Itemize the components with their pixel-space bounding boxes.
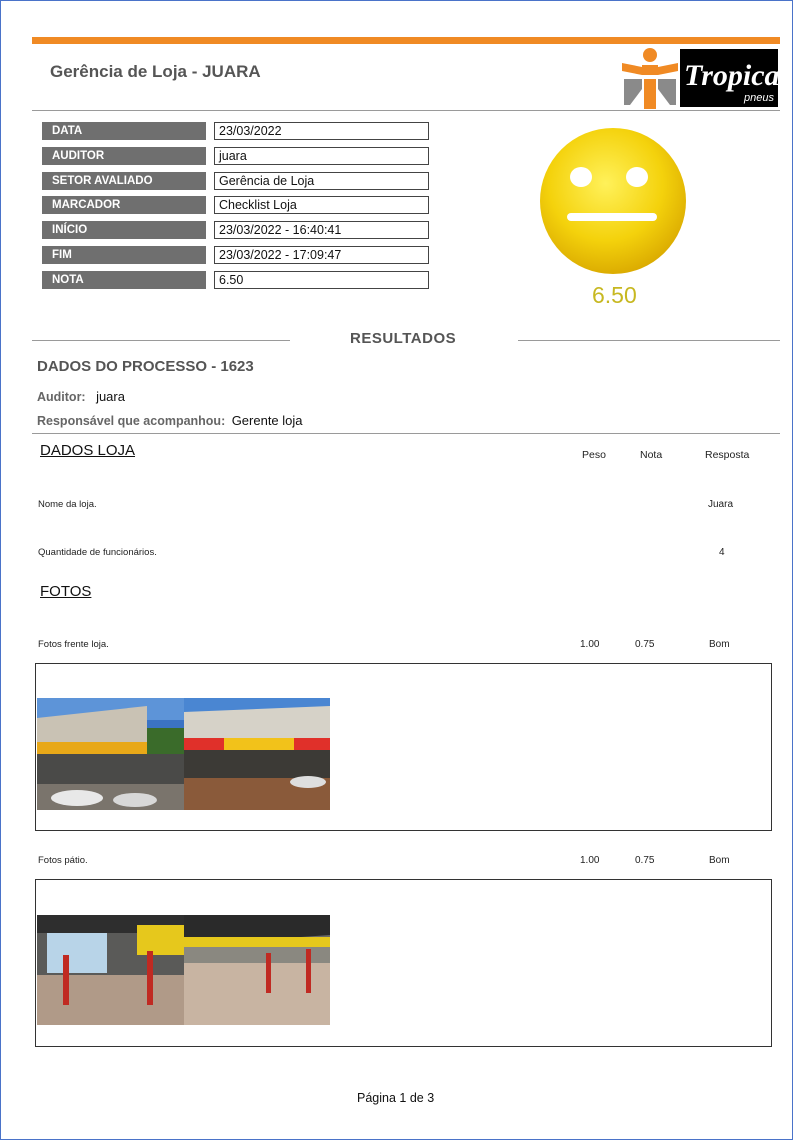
process-divider	[32, 433, 780, 434]
header-divider	[32, 110, 780, 111]
photo-box-frente	[35, 663, 772, 831]
field-value-setor: Gerência de Loja	[214, 172, 429, 190]
score-value: 6.50	[592, 282, 637, 308]
field-label-setor: SETOR AVALIADO	[42, 172, 206, 190]
field-label-fim: FIM	[42, 246, 206, 264]
process-title: DADOS DO PROCESSO - 1623	[37, 358, 254, 375]
photo-frente-2[interactable]	[184, 698, 330, 810]
field-value-data: 23/03/2022	[214, 122, 429, 140]
photo-frente-1[interactable]	[37, 698, 184, 810]
auditor-value: juara	[96, 389, 125, 404]
auditor-label: Auditor:	[37, 390, 86, 404]
question-qtd-funcionarios: Quantidade de funcionários.	[38, 547, 157, 558]
resposta-fotos-patio: Bom	[709, 855, 730, 866]
column-header-peso: Peso	[582, 449, 606, 461]
section-title-fotos: FOTOS	[40, 583, 92, 600]
question-fotos-frente: Fotos frente loja.	[38, 639, 109, 650]
logo-sub: pneus	[743, 92, 774, 104]
column-header-nota: Nota	[640, 449, 663, 461]
nota-fotos-patio: 0.75	[635, 855, 655, 866]
section-title-dados-loja: DADOS LOJA	[40, 442, 136, 459]
photo-patio-1[interactable]	[37, 915, 184, 1025]
auditor-row: Auditor: juara	[37, 388, 125, 406]
results-divider-left	[32, 340, 290, 341]
field-label-inicio: INÍCIO	[42, 221, 206, 239]
neutral-face-icon	[537, 126, 689, 278]
column-header-resposta: Resposta	[705, 449, 750, 461]
resposta-fotos-frente: Bom	[709, 639, 730, 650]
field-value-fim: 23/03/2022 - 17:09:47	[214, 246, 429, 264]
responsavel-row: Responsável que acompanhou: Gerente loja	[37, 412, 303, 430]
answer-nome-loja: Juara	[708, 499, 734, 510]
logo-graphic: Tropical pneus	[622, 48, 789, 109]
page-title: Gerência de Loja - JUARA	[50, 62, 261, 81]
field-label-marcador: MARCADOR	[42, 196, 206, 214]
responsavel-label: Responsável que acompanhou:	[37, 414, 226, 428]
header-accent-bar	[32, 37, 780, 44]
responsavel-value: Gerente loja	[231, 413, 303, 428]
page-number: Página 1 de 3	[357, 1091, 435, 1105]
nota-fotos-frente: 0.75	[635, 639, 655, 650]
results-title: RESULTADOS	[350, 330, 457, 347]
answer-qtd-funcionarios: 4	[719, 547, 725, 558]
field-value-auditor: juara	[214, 147, 429, 165]
logo-word: Tropical	[684, 59, 778, 92]
results-divider-right	[518, 340, 780, 341]
photo-box-patio	[35, 879, 772, 1047]
field-label-data: DATA	[42, 122, 206, 140]
field-value-inicio: 23/03/2022 - 16:40:41	[214, 221, 429, 239]
photo-patio-2[interactable]	[184, 915, 330, 1025]
peso-fotos-patio: 1.00	[580, 855, 600, 866]
field-value-nota: 6.50	[214, 271, 429, 289]
peso-fotos-frente: 1.00	[580, 639, 600, 650]
tropical-pneus-logo: Tropical pneus	[622, 45, 789, 111]
field-label-nota: NOTA	[42, 271, 206, 289]
question-fotos-patio: Fotos pátio.	[38, 855, 88, 866]
field-label-auditor: AUDITOR	[42, 147, 206, 165]
field-value-marcador: Checklist Loja	[214, 196, 429, 214]
question-nome-loja: Nome da loja.	[38, 499, 97, 510]
